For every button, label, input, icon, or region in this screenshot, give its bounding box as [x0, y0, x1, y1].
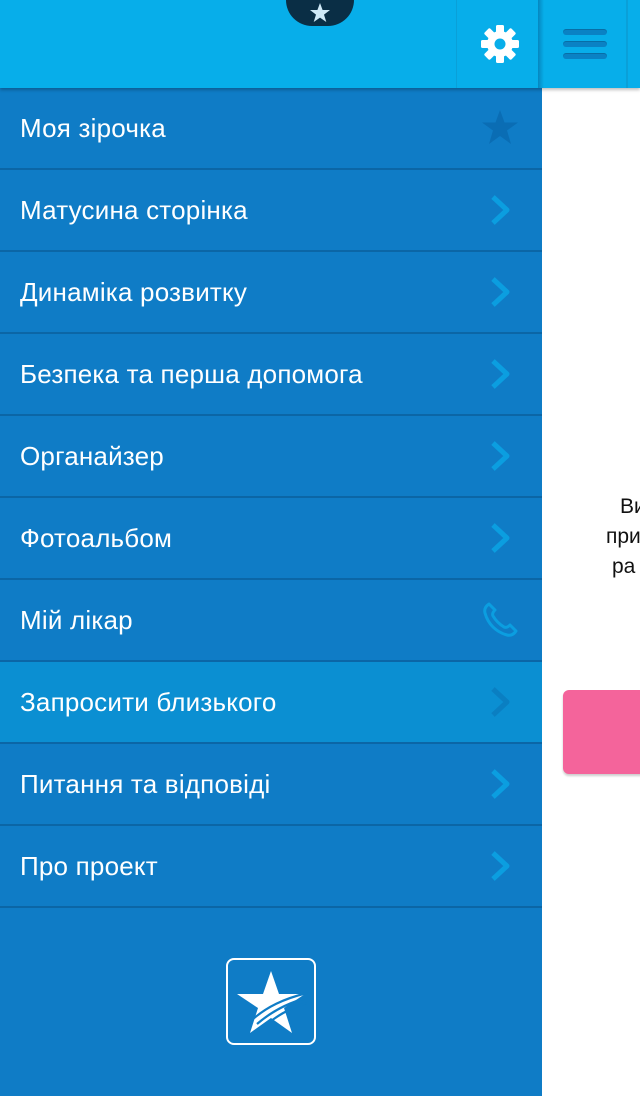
topbar-separator — [626, 0, 628, 88]
menu-item-label: Матусина сторінка — [20, 194, 248, 225]
chevron-right-icon — [480, 190, 520, 230]
star-icon — [310, 3, 330, 22]
action-button[interactable] — [563, 690, 640, 774]
menu-item-label: Органайзер — [20, 440, 164, 471]
chevron-right-icon — [480, 436, 520, 476]
settings-button[interactable] — [456, 0, 542, 88]
menu-item-my-doctor[interactable]: Мій лікар — [0, 580, 542, 662]
main-content-peek: Ви при ра — [542, 88, 640, 1096]
menu-item-photo-album[interactable]: Фотоальбом — [0, 498, 542, 580]
menu-item-invite-relative[interactable]: Запросити близького — [0, 662, 542, 744]
menu-item-safety-first-aid[interactable]: Безпека та перша допомога — [0, 334, 542, 416]
menu-item-mom-page[interactable]: Матусина сторінка — [0, 170, 542, 252]
content-text-line: при — [606, 525, 640, 548]
hamburger-icon — [563, 29, 607, 59]
menu-item-about-project[interactable]: Про проект — [0, 826, 542, 908]
menu-item-label: Питання та відповіді — [20, 768, 271, 799]
menu-item-organizer[interactable]: Органайзер — [0, 416, 542, 498]
menu-item-label: Запросити близького — [20, 686, 277, 717]
content-text-line: Ви — [620, 495, 640, 518]
menu-item-label: Безпека та перша допомога — [20, 358, 363, 389]
menu-item-label: Моя зірочка — [20, 112, 166, 143]
star-icon — [480, 108, 520, 148]
chevron-right-icon — [480, 272, 520, 312]
gear-icon — [480, 25, 519, 63]
star-logo-icon — [237, 970, 308, 1033]
side-menu: Моя зірочка Матусина сторінка Динаміка р… — [0, 88, 542, 1096]
chevron-right-icon — [480, 846, 520, 886]
menu-item-label: Про проект — [20, 850, 158, 881]
app-logo — [226, 958, 316, 1045]
menu-item-my-star[interactable]: Моя зірочка — [0, 88, 542, 170]
menu-item-label: Мій лікар — [20, 604, 133, 635]
chevron-right-icon — [480, 354, 520, 394]
chevron-right-icon — [480, 518, 520, 558]
content-text: Ви при ра — [606, 492, 640, 582]
top-bar — [0, 0, 640, 88]
menu-item-faq[interactable]: Питання та відповіді — [0, 744, 542, 826]
content-text-line: ра — [612, 555, 636, 578]
chevron-right-icon — [480, 764, 520, 804]
chevron-right-icon — [480, 682, 520, 722]
phone-icon — [480, 600, 520, 640]
menu-item-label: Фотоальбом — [20, 522, 173, 553]
menu-item-label: Динаміка розвитку — [20, 276, 248, 307]
menu-item-development[interactable]: Динаміка розвитку — [0, 252, 542, 334]
menu-toggle-button[interactable] — [542, 0, 628, 88]
app-tab-notch[interactable] — [286, 0, 354, 26]
